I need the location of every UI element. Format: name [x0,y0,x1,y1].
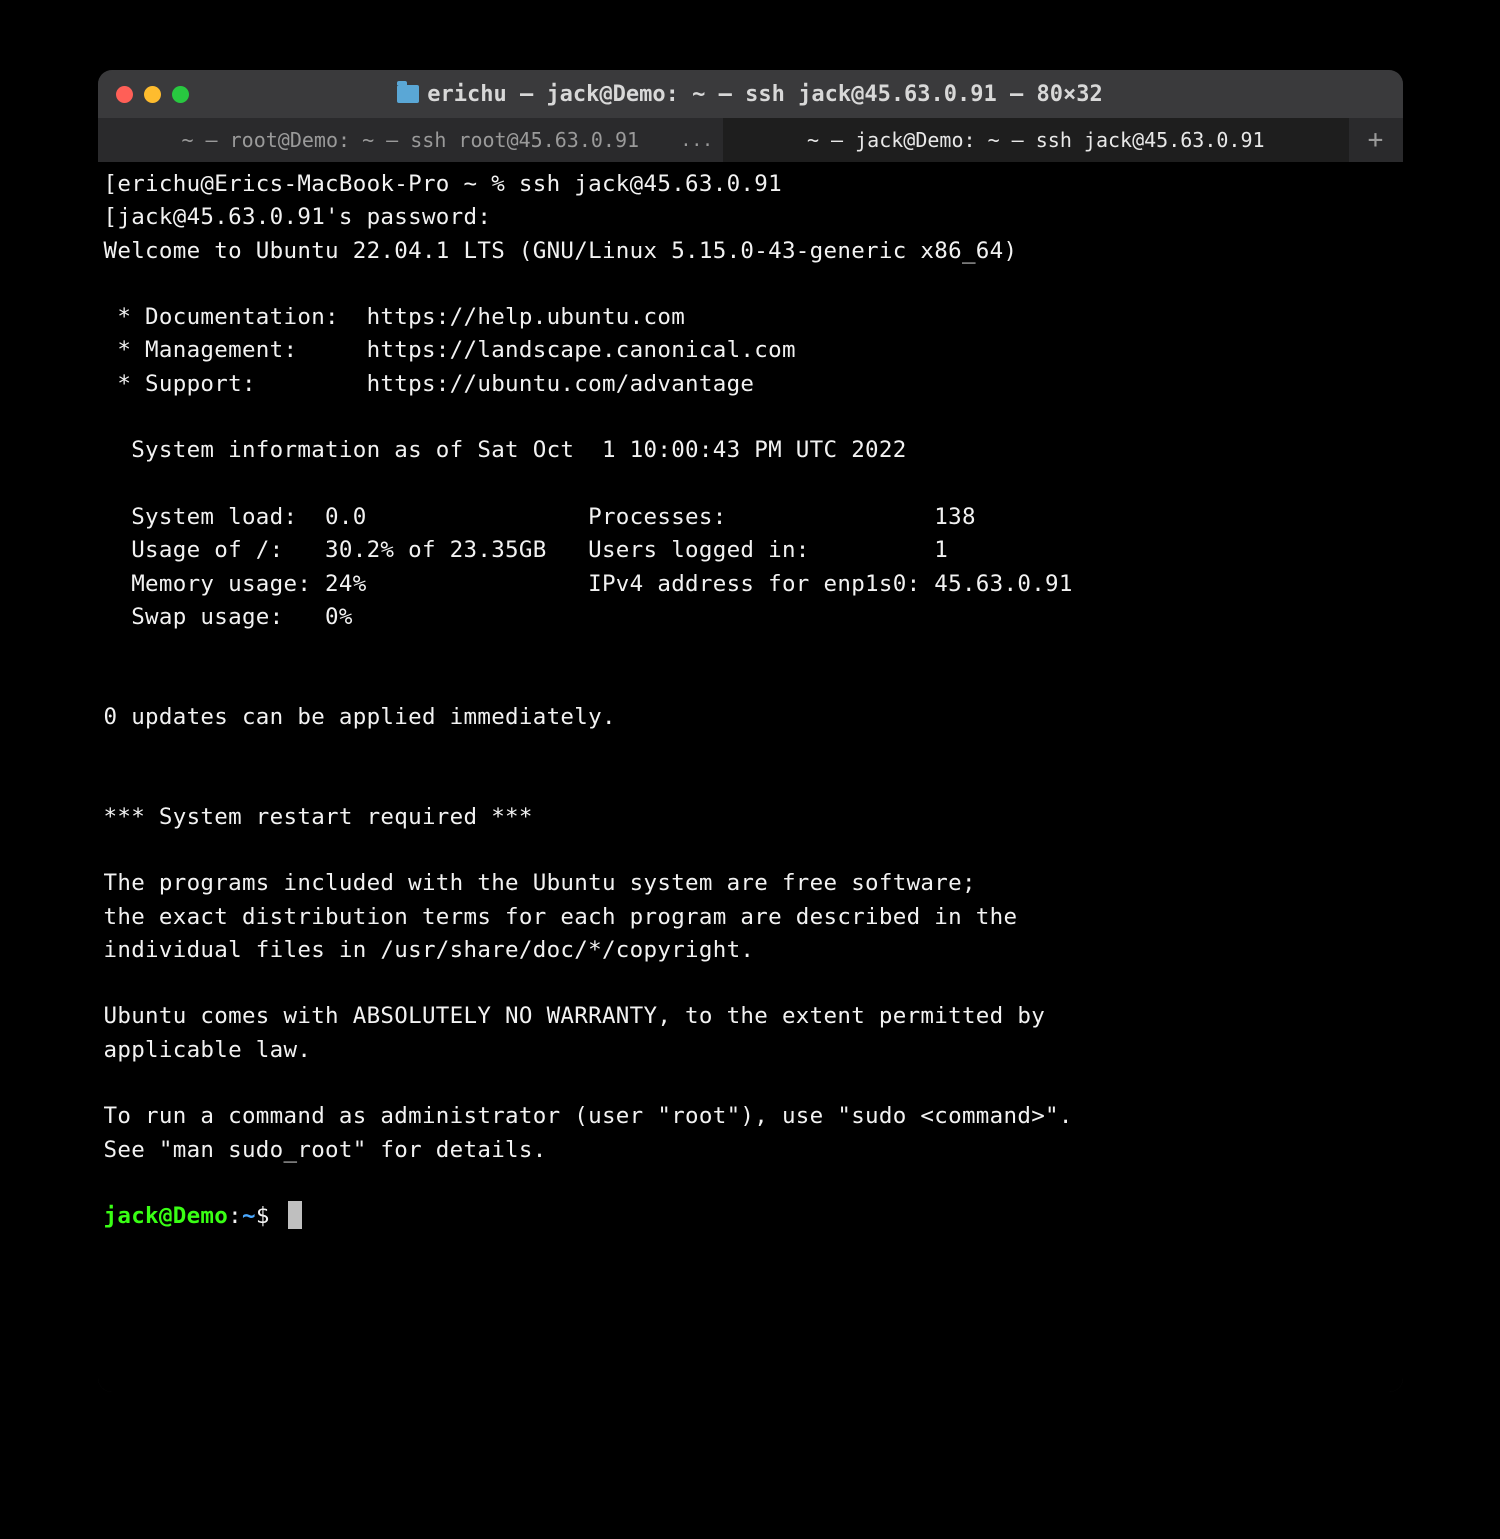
terminal-line: *** System restart required *** [104,804,533,830]
cursor-icon [288,1201,302,1229]
tab-overflow-icon[interactable]: ... [680,130,713,151]
tab-root-session[interactable]: ~ — root@Demo: ~ — ssh root@45.63.0.91 .… [98,118,724,162]
terminal-line: the exact distribution terms for each pr… [104,904,1018,930]
terminal-line: [jack@45.63.0.91's password: [104,204,492,230]
tab-jack-session[interactable]: ~ — jack@Demo: ~ — ssh jack@45.63.0.91 [723,118,1349,162]
prompt-colon: : [228,1203,242,1229]
terminal-output[interactable]: [erichu@Erics-MacBook-Pro ~ % ssh jack@4… [98,162,1403,1392]
tab-bar: ~ — root@Demo: ~ — ssh root@45.63.0.91 .… [98,118,1403,162]
terminal-line: * Support: https://ubuntu.com/advantage [104,371,755,397]
terminal-line: Welcome to Ubuntu 22.04.1 LTS (GNU/Linux… [104,238,1018,264]
traffic-lights [116,86,189,103]
close-icon[interactable] [116,86,133,103]
terminal-line: To run a command as administrator (user … [104,1103,1073,1129]
terminal-line: individual files in /usr/share/doc/*/cop… [104,937,755,963]
terminal-line: See "man sudo_root" for details. [104,1137,547,1163]
terminal-line: * Management: https://landscape.canonica… [104,337,796,363]
window-title: erichu — jack@Demo: ~ — ssh jack@45.63.0… [98,82,1403,107]
terminal-line: Memory usage: 24% IPv4 address for enp1s… [104,571,1073,597]
minimize-icon[interactable] [144,86,161,103]
terminal-line: 0 updates can be applied immediately. [104,704,616,730]
titlebar[interactable]: erichu — jack@Demo: ~ — ssh jack@45.63.0… [98,70,1403,118]
plus-icon: + [1368,125,1384,155]
prompt-path: ~ [242,1203,256,1229]
terminal-line: Swap usage: 0% [104,604,353,630]
terminal-line: applicable law. [104,1037,312,1063]
terminal-line: The programs included with the Ubuntu sy… [104,870,976,896]
folder-icon [397,85,419,103]
tab-label: ~ — root@Demo: ~ — ssh root@45.63.0.91 [181,128,639,152]
terminal-window: erichu — jack@Demo: ~ — ssh jack@45.63.0… [98,70,1403,1392]
tab-label: ~ — jack@Demo: ~ — ssh jack@45.63.0.91 [807,128,1265,152]
new-tab-button[interactable]: + [1349,118,1403,162]
prompt-user: jack@Demo [104,1203,229,1229]
terminal-line: * Documentation: https://help.ubuntu.com [104,304,686,330]
terminal-line: Usage of /: 30.2% of 23.35GB Users logge… [104,537,949,563]
terminal-line: System information as of Sat Oct 1 10:00… [104,437,907,463]
fullscreen-icon[interactable] [172,86,189,103]
terminal-line: Ubuntu comes with ABSOLUTELY NO WARRANTY… [104,1003,1046,1029]
terminal-line: System load: 0.0 Processes: 138 [104,504,976,530]
prompt-dollar: $ [256,1203,270,1229]
window-title-text: erichu — jack@Demo: ~ — ssh jack@45.63.0… [427,82,1103,107]
terminal-line: [erichu@Erics-MacBook-Pro ~ % ssh jack@4… [104,171,782,197]
